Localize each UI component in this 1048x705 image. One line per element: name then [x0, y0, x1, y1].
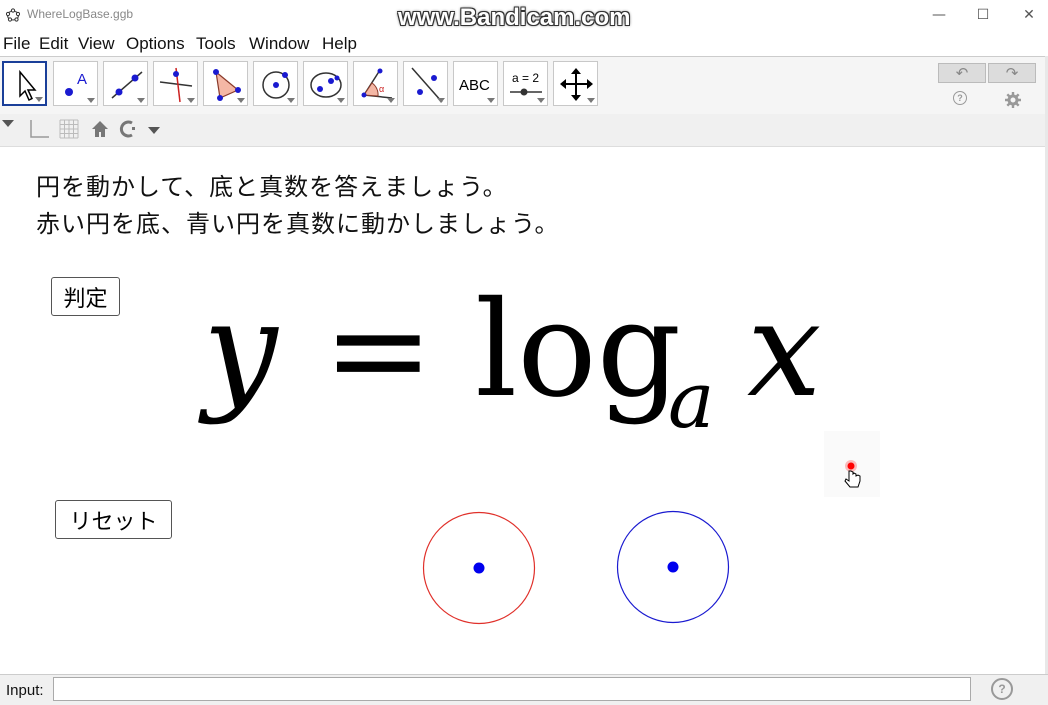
slider-tool-button[interactable]: a = 2 [503, 61, 548, 106]
perpendicular-tool-button[interactable] [153, 61, 198, 106]
input-help-icon[interactable]: ? [991, 678, 1013, 700]
formula-x: x [747, 277, 821, 427]
svg-text:α: α [379, 84, 384, 94]
move-graphics-tool-button[interactable] [553, 61, 598, 106]
bandicam-watermark: www.Bandicam.com [398, 4, 631, 31]
polygon-tool-button[interactable] [203, 61, 248, 106]
point-capturing-icon[interactable] [118, 119, 162, 139]
formula-equals: = [323, 277, 434, 427]
argument-circle-center-point[interactable] [667, 561, 679, 573]
graphics-view[interactable]: 円を動かして、底と真数を答えましょう。 赤い円を底、青い円を真数に動かしましょう… [0, 147, 1048, 674]
base-red-circle[interactable] [420, 509, 540, 629]
menu-window[interactable]: Window [249, 34, 309, 54]
menu-help[interactable]: Help [322, 34, 357, 54]
toolbar: A α ABC a = 2 ↶ ↷ ? [0, 56, 1048, 116]
instruction-line-2: 赤い円を底、青い円を真数に動かしましょう。 [36, 210, 560, 238]
menu-bar: File Edit View Options Tools Window Help [0, 32, 1048, 56]
input-bar: Input: ? [0, 674, 1048, 705]
menu-edit[interactable]: Edit [39, 34, 68, 54]
formula-log: log [475, 277, 681, 427]
minimize-button[interactable]: — [916, 0, 962, 30]
home-icon[interactable] [90, 119, 110, 139]
svg-text:a = 2: a = 2 [512, 71, 539, 85]
help-icon[interactable]: ? [953, 91, 967, 105]
redo-button[interactable]: ↷ [988, 63, 1036, 83]
svg-text:ABC: ABC [459, 77, 490, 94]
mouse-pointer-hand-icon [824, 431, 880, 497]
base-circle-center-point[interactable] [473, 562, 485, 574]
angle-tool-button[interactable]: α [353, 61, 398, 106]
menu-file[interactable]: File [3, 34, 30, 54]
menu-view[interactable]: View [78, 34, 115, 54]
input-label: Input: [6, 682, 44, 699]
instruction-line-1: 円を動かして、底と真数を答えましょう。 [36, 173, 508, 201]
reflect-tool-button[interactable] [403, 61, 448, 106]
formula-y: y [198, 277, 279, 427]
grid-toggle-icon[interactable] [58, 118, 80, 140]
log-formula: y = log a x [198, 277, 821, 446]
axes-toggle-icon[interactable] [28, 118, 50, 140]
undo-button[interactable]: ↶ [938, 63, 986, 83]
line-tool-button[interactable] [103, 61, 148, 106]
menu-tools[interactable]: Tools [196, 34, 236, 54]
menu-options[interactable]: Options [126, 34, 185, 54]
ellipse-tool-button[interactable] [303, 61, 348, 106]
algebra-input-field[interactable] [53, 677, 971, 701]
circle-tool-button[interactable] [253, 61, 298, 106]
close-button[interactable]: ✕ [1006, 0, 1048, 30]
window-title: WhereLogBase.ggb [27, 7, 134, 21]
text-tool-button[interactable]: ABC [453, 61, 498, 106]
reset-button[interactable]: リセット [55, 500, 172, 539]
title-bar: WhereLogBase.ggb www.Bandicam.com — ☐ ✕ [0, 0, 1048, 32]
style-bar [0, 114, 1048, 147]
judge-button[interactable]: 判定 [51, 277, 120, 316]
argument-blue-circle[interactable] [614, 509, 734, 629]
maximize-button[interactable]: ☐ [960, 0, 1006, 30]
svg-text:A: A [77, 71, 87, 88]
geogebra-app-icon [6, 8, 20, 22]
settings-gear-icon[interactable] [1004, 91, 1022, 109]
formula-base-a: a [668, 356, 715, 446]
collapse-triangle-icon[interactable] [2, 120, 14, 130]
point-tool-button[interactable]: A [53, 61, 98, 106]
move-tool-button[interactable] [2, 61, 47, 106]
